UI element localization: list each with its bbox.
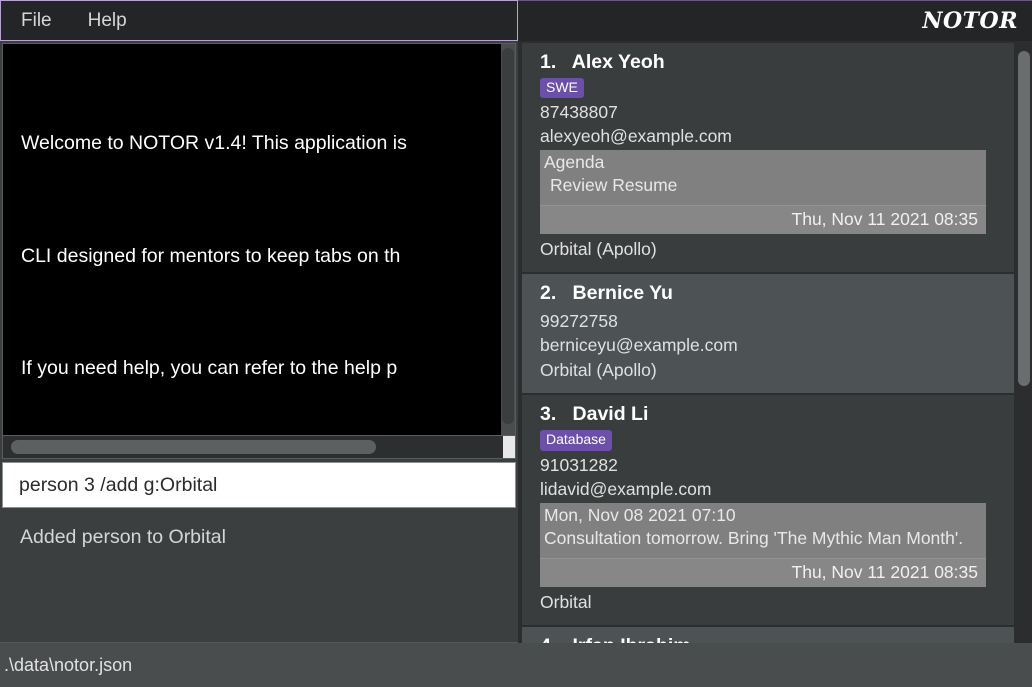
person-email: alexyeoh@example.com [540,126,732,147]
result-display: Added person to Orbital [0,508,518,643]
person-name: 4. Irfan Ibrahim [540,635,1004,643]
person-tag[interactable]: Database [540,430,612,451]
person-grouping: Orbital [540,591,592,612]
scrollbar-corner [503,436,515,458]
note-timestamp: Thu, Nov 11 2021 08:35 [540,557,986,587]
note-line: Consultation tomorrow. Bring 'The Mythic… [544,527,964,548]
person-list-pane: 1. Alex Yeoh SWE 87438807 alexyeoh@examp… [518,41,1032,643]
menu-help[interactable]: Help [86,8,129,33]
person-list-scrollbar[interactable] [1016,43,1032,643]
person-list-scrollbar-thumb[interactable] [1018,51,1030,386]
left-pane: Welcome to NOTOR v1.4! This application … [0,41,518,643]
person-card[interactable]: 2. Bernice Yu 99272758 berniceyu@example… [522,274,1014,394]
person-phone: 99272758 [540,311,618,332]
brand-area: NOTOR [518,0,1032,41]
person-email: lidavid@example.com [540,478,712,499]
note-timestamp: Thu, Nov 11 2021 08:35 [540,205,986,235]
person-phone: 91031282 [540,454,618,475]
person-name: 2. Bernice Yu [540,282,673,305]
app-logo: NOTOR [922,8,1018,34]
person-note[interactable]: Agenda Review Resume Thu, Nov 11 2021 08… [540,150,986,235]
person-phone: 87438807 [540,102,618,123]
console-panel: Welcome to NOTOR v1.4! This application … [2,43,516,459]
menu-file[interactable]: File [19,8,54,33]
console-line: CLI designed for mentors to keep tabs on… [21,244,401,267]
person-list: 1. Alex Yeoh SWE 87438807 alexyeoh@examp… [518,43,1016,643]
person-grouping: Orbital (Apollo) [540,239,657,260]
notor-application-window: File Help NOTOR Welcome to NOTOR v1.4! T… [0,0,1032,687]
console-line: Welcome to NOTOR v1.4! This application … [21,132,407,154]
console-line: If you need help, you can refer to the h… [21,357,398,379]
title-bar: File Help NOTOR [0,0,1032,41]
person-tags: Database [540,430,1004,451]
console-row: Welcome to NOTOR v1.4! This application … [3,44,515,435]
note-body: Agenda Review Resume [540,150,986,205]
console-vertical-scrollbar[interactable] [501,44,515,435]
main-content: Welcome to NOTOR v1.4! This application … [0,41,1032,643]
command-box[interactable] [2,462,516,508]
status-file-path: .\data\notor.json [4,654,133,675]
person-card[interactable]: 3. David Li Database 91031282 lidavid@ex… [522,395,1014,625]
person-grouping: Orbital (Apollo) [540,360,657,381]
person-tags: SWE [540,78,1004,99]
person-tag[interactable]: SWE [540,78,584,99]
menu-bar: File Help [0,0,518,41]
status-bar: .\data\notor.json [0,643,1032,687]
person-note[interactable]: Mon, Nov 08 2021 07:10 Consultation tomo… [540,502,986,587]
note-line: Agenda [544,152,605,173]
person-email: berniceyu@example.com [540,335,738,356]
person-card[interactable]: 4. Irfan Ibrahim [522,626,1014,643]
command-input[interactable] [3,473,515,497]
person-name: 1. Alex Yeoh [540,51,665,73]
console-horizontal-scrollbar[interactable] [3,435,515,458]
console-vertical-scrollbar-thumb[interactable] [502,48,514,424]
person-card[interactable]: 1. Alex Yeoh SWE 87438807 alexyeoh@examp… [522,43,1014,273]
console-output: Welcome to NOTOR v1.4! This application … [3,44,501,435]
note-line: Mon, Nov 08 2021 07:10 [544,504,736,525]
note-body: Mon, Nov 08 2021 07:10 Consultation tomo… [540,503,986,558]
console-horizontal-scrollbar-thumb[interactable] [11,440,376,454]
note-line: Review Resume [550,175,678,196]
person-name: 3. David Li [540,403,649,426]
